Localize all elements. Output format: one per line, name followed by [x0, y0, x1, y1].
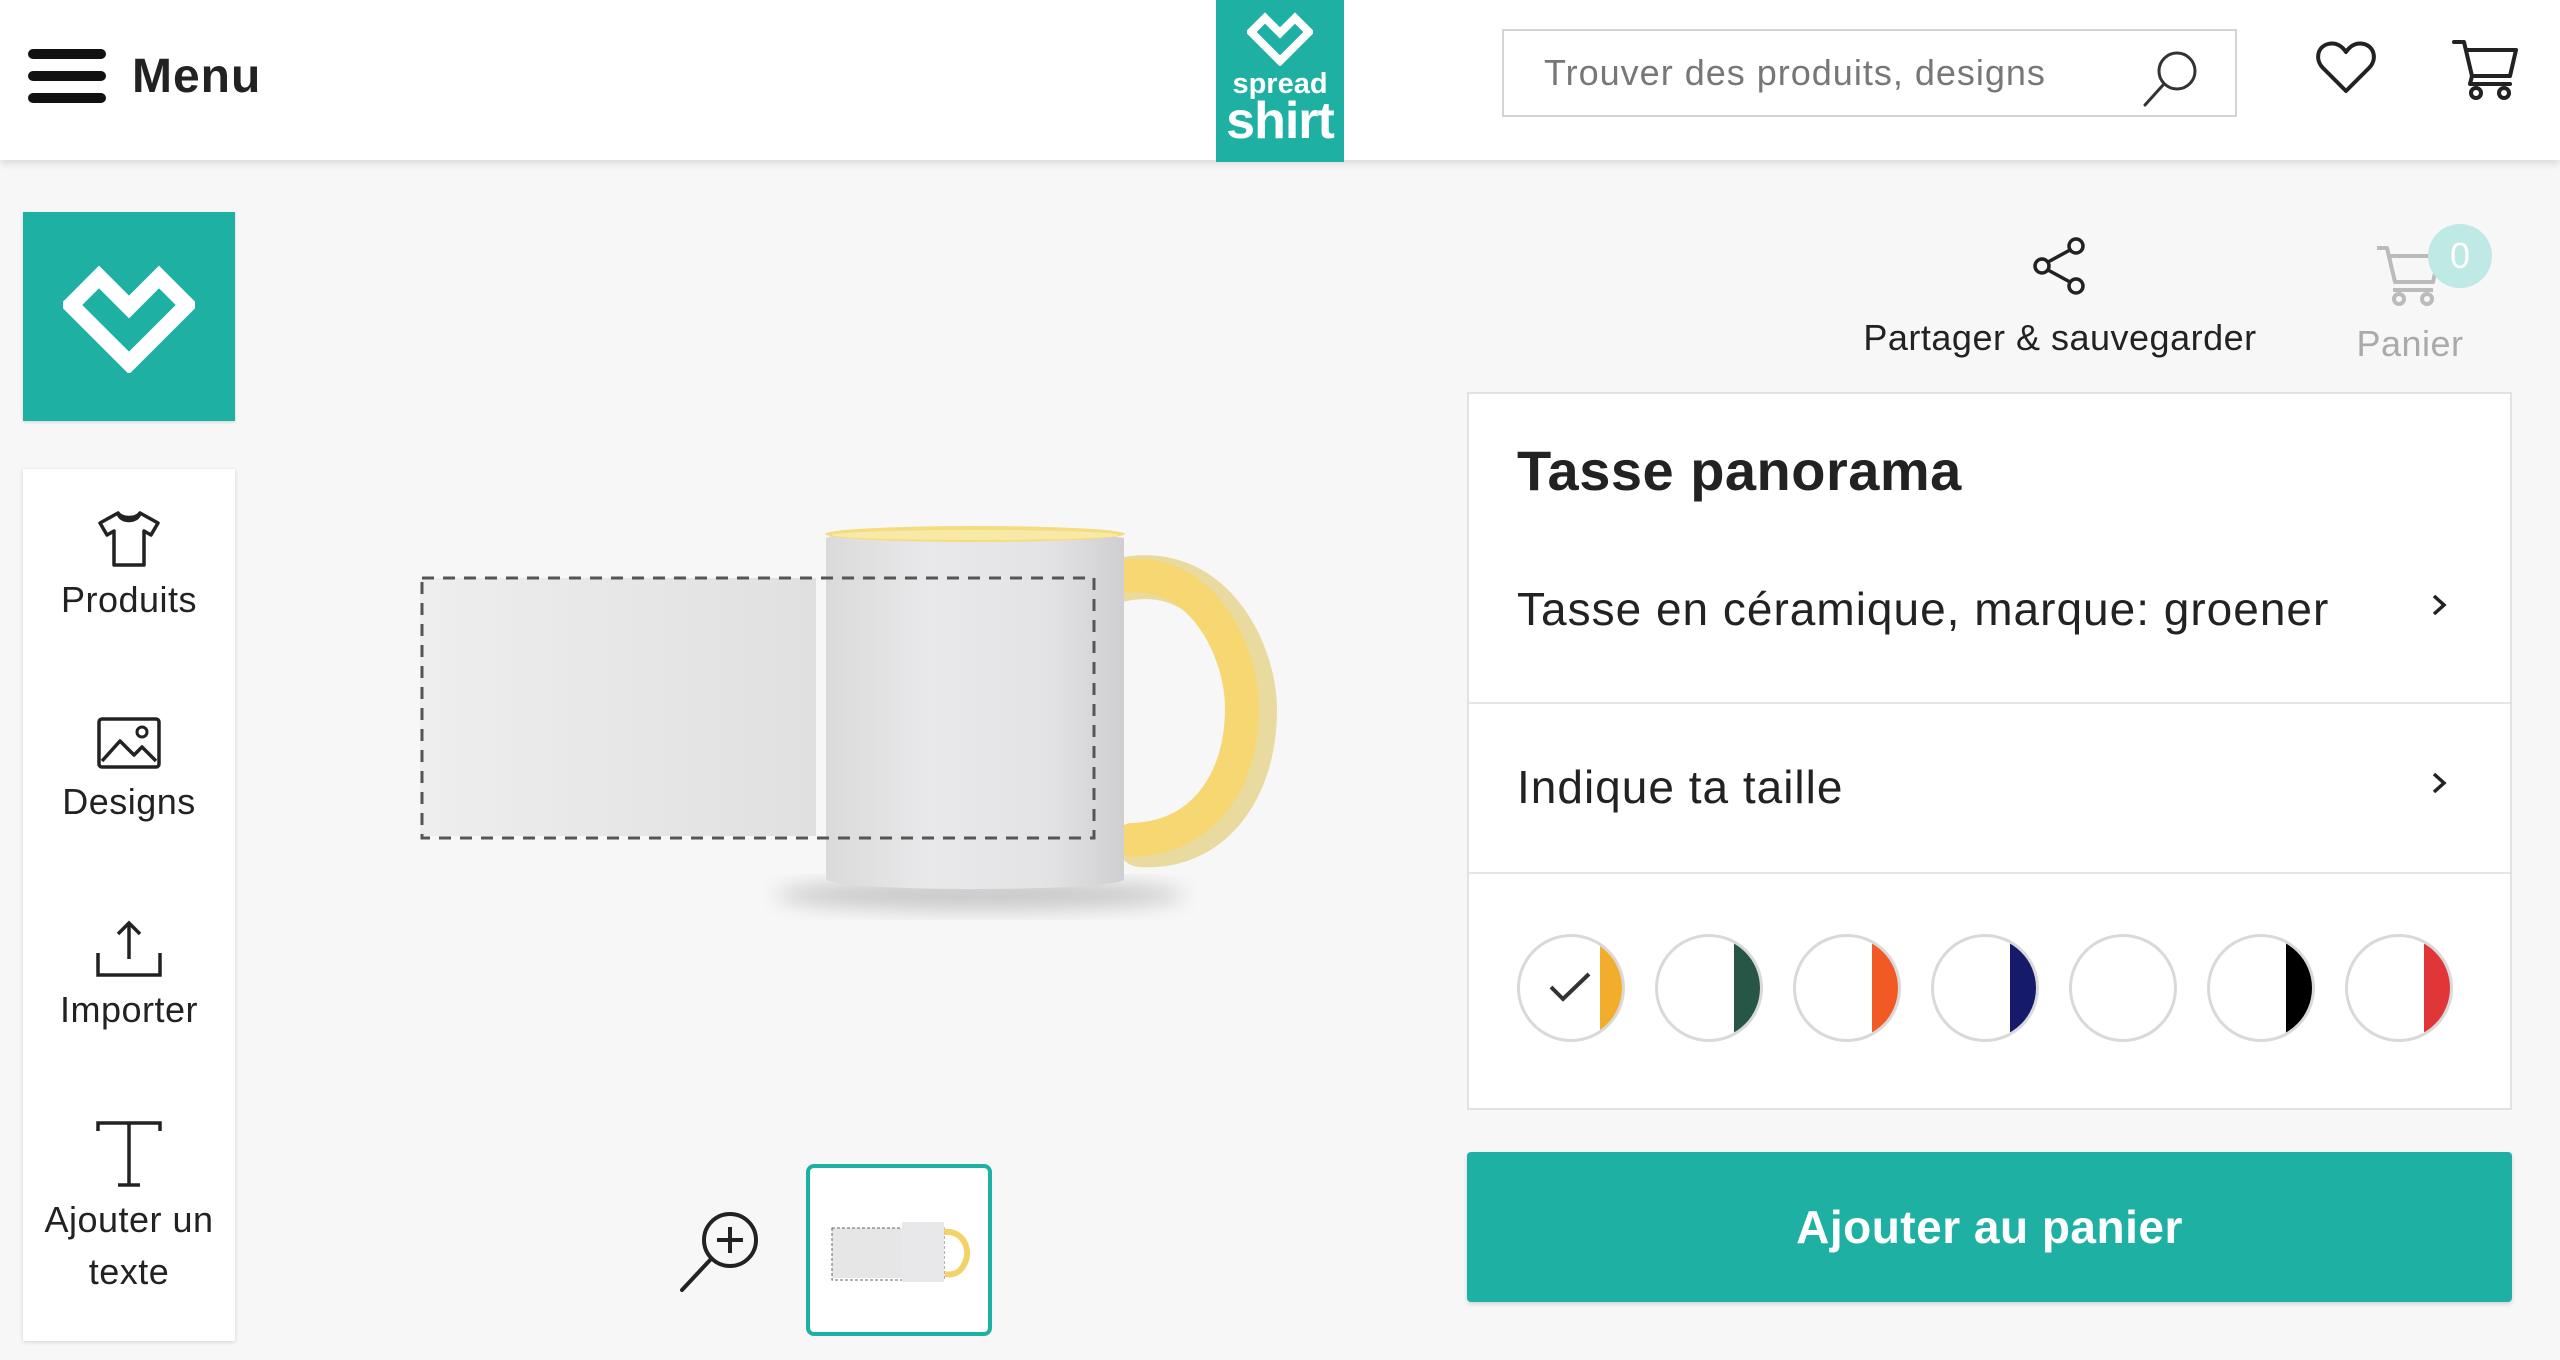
share-save-button[interactable]: Partager & sauvegarder	[1850, 236, 2270, 359]
divider	[1469, 872, 2510, 874]
zoom-in-icon[interactable]	[676, 1208, 764, 1296]
color-swatch-red[interactable]	[2345, 934, 2453, 1042]
image-icon	[97, 717, 161, 769]
logo-text-shirt: shirt	[1226, 92, 1335, 150]
cart-icon[interactable]	[2452, 36, 2520, 100]
search-icon[interactable]	[2139, 45, 2205, 111]
material-selector[interactable]: Tasse en céramique, marque: groener	[1469, 524, 2510, 694]
color-swatch-yellow[interactable]	[1517, 934, 1625, 1042]
share-icon	[2033, 237, 2085, 295]
search-input[interactable]	[1504, 52, 2124, 94]
color-swatch-navy[interactable]	[1931, 934, 2039, 1042]
cart-count-badge: 0	[2428, 224, 2492, 288]
product-preview[interactable]	[380, 500, 1280, 920]
menu-label: Menu	[132, 49, 262, 103]
color-swatch-dark-green[interactable]	[1655, 934, 1763, 1042]
chevron-right-icon	[2432, 772, 2447, 794]
panier-label: Panier	[2356, 323, 2464, 364]
checkmark-icon	[1549, 972, 1591, 1002]
mug-thumbnail-image	[831, 1222, 971, 1282]
color-swatch-white[interactable]	[2069, 934, 2177, 1042]
material-label: Tasse en céramique, marque: groener	[1517, 583, 2330, 635]
heart-logo-icon	[1247, 12, 1313, 66]
size-prompt-label: Indique ta taille	[1517, 761, 1844, 813]
upload-icon	[96, 920, 162, 977]
tool-ajouter-texte[interactable]: Ajouter un texte	[23, 1119, 235, 1299]
designer-logo[interactable]	[23, 212, 235, 421]
search-box	[1502, 29, 2237, 117]
tool-label-designs: Designs	[62, 781, 196, 822]
heart-icon[interactable]	[2314, 36, 2378, 100]
panier-button[interactable]: 0 Panier	[2340, 222, 2492, 365]
color-swatch-orange[interactable]	[1793, 934, 1901, 1042]
tool-designs[interactable]: Designs	[23, 715, 235, 829]
tool-label-produits: Produits	[60, 579, 198, 620]
tool-label-importer: Importer	[59, 989, 199, 1030]
size-selector[interactable]: Indique ta taille	[1469, 702, 2510, 872]
text-icon	[96, 1121, 162, 1187]
tool-produits[interactable]: Produits	[23, 509, 235, 627]
tool-label-ajouter: Ajouter un	[44, 1199, 214, 1240]
menu-button[interactable]: Menu	[28, 44, 261, 108]
tshirt-icon	[98, 511, 160, 567]
spreadshirt-logo[interactable]: spread shirt	[1216, 0, 1344, 162]
product-panel: Tasse panorama Tasse en céramique, marqu…	[1467, 392, 2512, 1110]
designer-toolbar: Produits Designs Importer Ajouter un tex…	[23, 469, 235, 1341]
add-to-cart-button[interactable]: Ajouter au panier	[1467, 1152, 2512, 1302]
hamburger-icon	[28, 47, 106, 105]
color-swatch-black[interactable]	[2207, 934, 2315, 1042]
color-swatches	[1517, 934, 2483, 1042]
chevron-right-icon	[2432, 594, 2447, 616]
heart-logo-icon	[63, 265, 195, 373]
mug-image	[420, 526, 1278, 910]
product-title: Tasse panorama	[1517, 439, 1962, 502]
view-thumbnail[interactable]	[806, 1164, 992, 1336]
share-save-label: Partager & sauvegarder	[1863, 317, 2257, 358]
tool-label-texte: texte	[88, 1251, 170, 1292]
tool-importer[interactable]: Importer	[23, 919, 235, 1037]
site-header: Menu spread shirt	[0, 0, 2560, 162]
